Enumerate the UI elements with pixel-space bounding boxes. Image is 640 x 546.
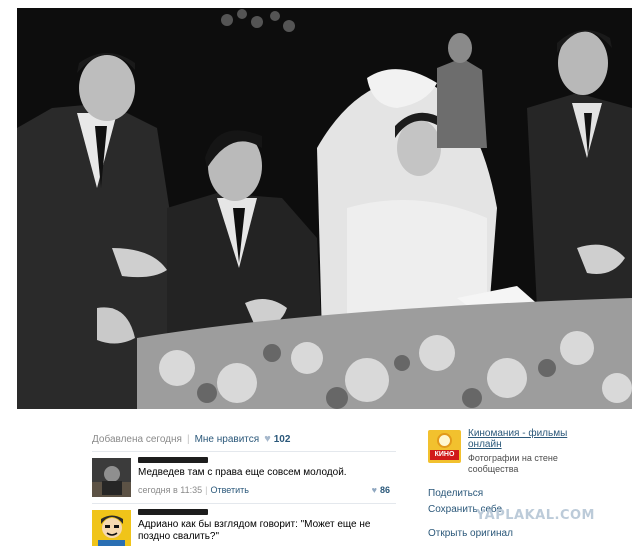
open-original-link[interactable]: Открыть оригинал [428,528,513,540]
comment-footer: сегодня в 11:35 | Ответить [138,485,396,495]
added-date: Добавлена сегодня [92,433,182,445]
comment-author-name[interactable] [138,457,208,463]
wall-photo[interactable] [17,8,632,409]
comment-like-button[interactable]: ♥ 86 [372,485,390,495]
comment-text: Медведев там с права еще совсем молодой. [138,467,347,478]
group-name-link[interactable]: Киномания - фильмы онлайн [468,428,580,450]
film-reel-icon [437,433,452,448]
avatar[interactable] [92,458,131,497]
comment-text: Адриано как бы взглядом говорит: "Может … [138,519,371,542]
separator: | [205,485,208,495]
like-button[interactable]: Мне нравится [195,434,260,445]
watermark: YAPLAKAL.COM [476,508,595,523]
comment-author-name[interactable] [138,509,208,515]
comment-time[interactable]: сегодня в 11:35 [138,485,202,495]
reply-button[interactable]: Ответить [210,485,248,495]
comment-item: Медведев там с права еще совсем молодой.… [92,451,396,503]
comment-item: Адриано как бы взглядом говорит: "Может … [92,503,396,546]
group-subtitle: Фотографии на стене сообщества [468,453,558,474]
post-meta: Добавлена сегодня | Мне нравится ♥ 102 [92,433,290,445]
group-logo-text: КИНО [430,450,459,460]
comment-like-count: 86 [379,485,390,495]
wedding-photo-image [17,8,632,409]
heart-icon[interactable]: ♥ [264,433,271,445]
group-logo[interactable]: КИНО [428,430,461,463]
like-count: 102 [273,433,291,445]
avatar[interactable] [92,510,131,546]
comments-list: Медведев там с права еще совсем молодой.… [92,451,396,546]
heart-icon: ♥ [371,485,377,495]
separator: | [186,433,190,445]
share-link[interactable]: Поделиться [428,488,483,500]
